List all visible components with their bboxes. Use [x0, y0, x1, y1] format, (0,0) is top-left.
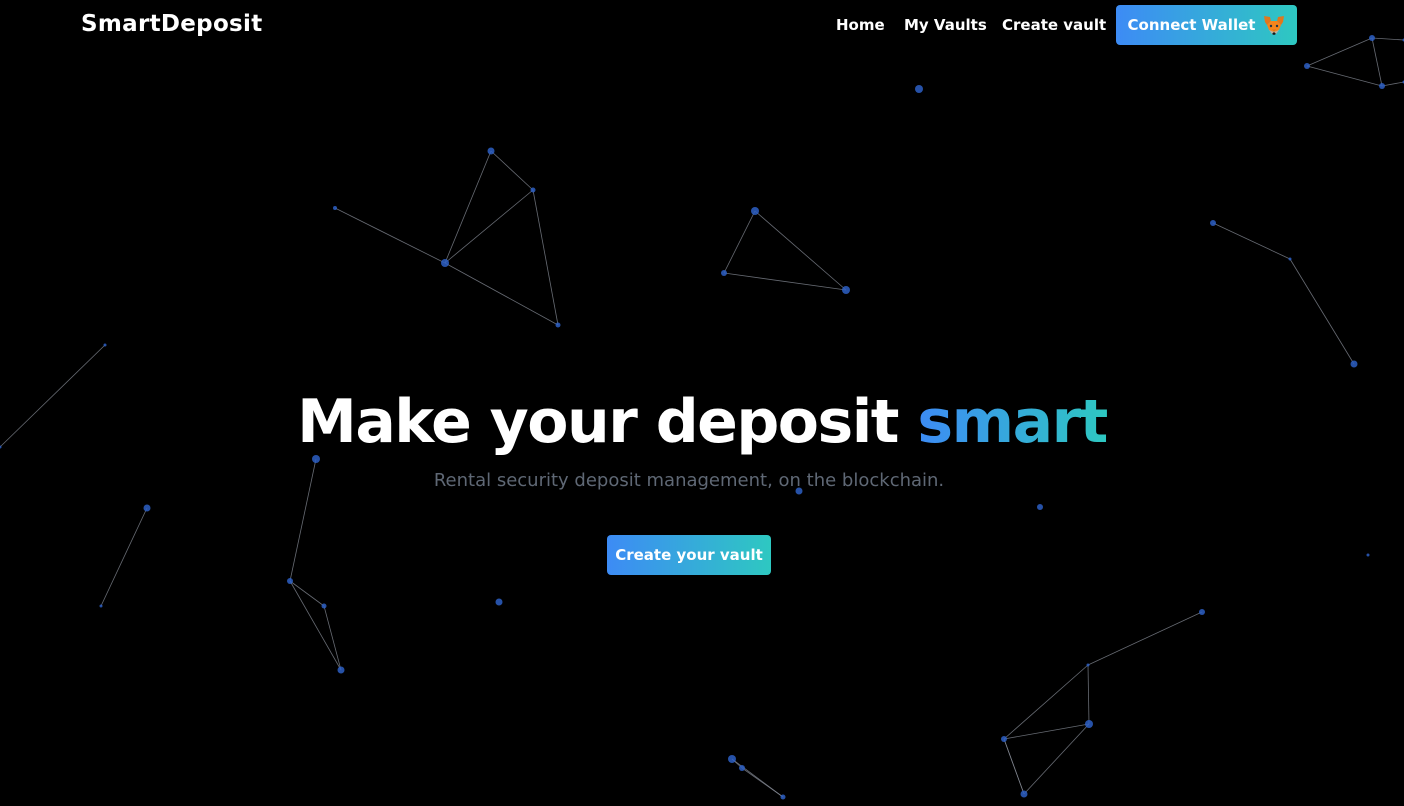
- particle-link: [723, 210, 756, 274]
- particle-link: [1087, 664, 1090, 725]
- particle-link: [754, 210, 847, 291]
- landing-page: SmartDeposit Home My Vaults Create vault…: [0, 0, 1404, 806]
- particle-link: [1023, 723, 1090, 795]
- particle-link: [1087, 611, 1203, 666]
- particle-link: [289, 580, 325, 607]
- particle-link: [1289, 258, 1355, 365]
- nav-my-vaults-link[interactable]: My Vaults: [904, 15, 987, 35]
- particle-dot: [1210, 220, 1216, 226]
- particle-link: [532, 189, 559, 326]
- connect-wallet-label: Connect Wallet: [1127, 16, 1256, 34]
- hero-title: Make your deposit smart: [0, 387, 1404, 457]
- particle-link: [1212, 222, 1291, 260]
- navbar: SmartDeposit Home My Vaults Create vault…: [0, 0, 1404, 50]
- particle-link: [323, 605, 342, 671]
- particle-dot: [321, 603, 327, 609]
- metamask-fox-icon: [1264, 16, 1285, 35]
- particle-dot: [143, 504, 151, 512]
- particle-dot: [555, 322, 561, 328]
- particle-dot: [99, 604, 103, 608]
- particle-dot: [333, 206, 337, 210]
- particle-link: [444, 150, 492, 264]
- nav-create-vault-link[interactable]: Create vault: [1002, 15, 1106, 35]
- particle-dot: [1379, 83, 1385, 89]
- hero-title-accent: smart: [917, 387, 1108, 457]
- particle-dot: [1199, 609, 1205, 615]
- particle-link: [289, 580, 342, 671]
- particle-link: [1306, 65, 1383, 87]
- particle-dot: [721, 270, 727, 276]
- particle-link: [1003, 723, 1090, 740]
- particle-dot: [1304, 63, 1310, 69]
- particle-dot: [495, 598, 503, 606]
- particle-dot: [1350, 360, 1358, 368]
- particle-dot: [530, 187, 536, 193]
- particle-dot: [842, 286, 850, 294]
- connect-wallet-button[interactable]: Connect Wallet: [1116, 5, 1297, 45]
- particle-link: [723, 272, 847, 291]
- particle-dot: [1020, 790, 1028, 798]
- particle-link: [1381, 81, 1404, 87]
- particle-dot: [337, 666, 345, 674]
- particle-dot: [287, 578, 293, 584]
- hero-title-main: Make your deposit: [297, 387, 918, 457]
- particle-dot: [1085, 720, 1093, 728]
- create-vault-cta-button[interactable]: Create your vault: [607, 535, 771, 575]
- particle-dot: [1037, 504, 1043, 510]
- particle-link: [334, 207, 446, 264]
- particle-link: [490, 150, 534, 191]
- particle-link: [1003, 664, 1089, 740]
- particle-dot: [1366, 553, 1370, 557]
- particle-dot: [487, 147, 495, 155]
- particle-dot: [1001, 736, 1007, 742]
- brand-logo[interactable]: SmartDeposit: [81, 8, 263, 40]
- particle-dot: [751, 207, 759, 215]
- particle-link: [444, 262, 559, 326]
- particle-dot: [739, 765, 745, 771]
- particle-dot: [728, 755, 736, 763]
- particle-dot: [915, 85, 923, 93]
- particle-dot: [1086, 663, 1090, 667]
- particle-link: [444, 189, 534, 264]
- particle-dot: [103, 343, 107, 347]
- particle-dot: [780, 794, 786, 800]
- particle-link: [731, 758, 784, 798]
- nav-home-link[interactable]: Home: [836, 15, 885, 35]
- particle-dot: [1288, 257, 1292, 261]
- particle-link: [1003, 738, 1025, 795]
- particle-link: [100, 507, 148, 607]
- particle-dot: [441, 259, 449, 267]
- hero-subtitle: Rental security deposit management, on t…: [433, 470, 945, 491]
